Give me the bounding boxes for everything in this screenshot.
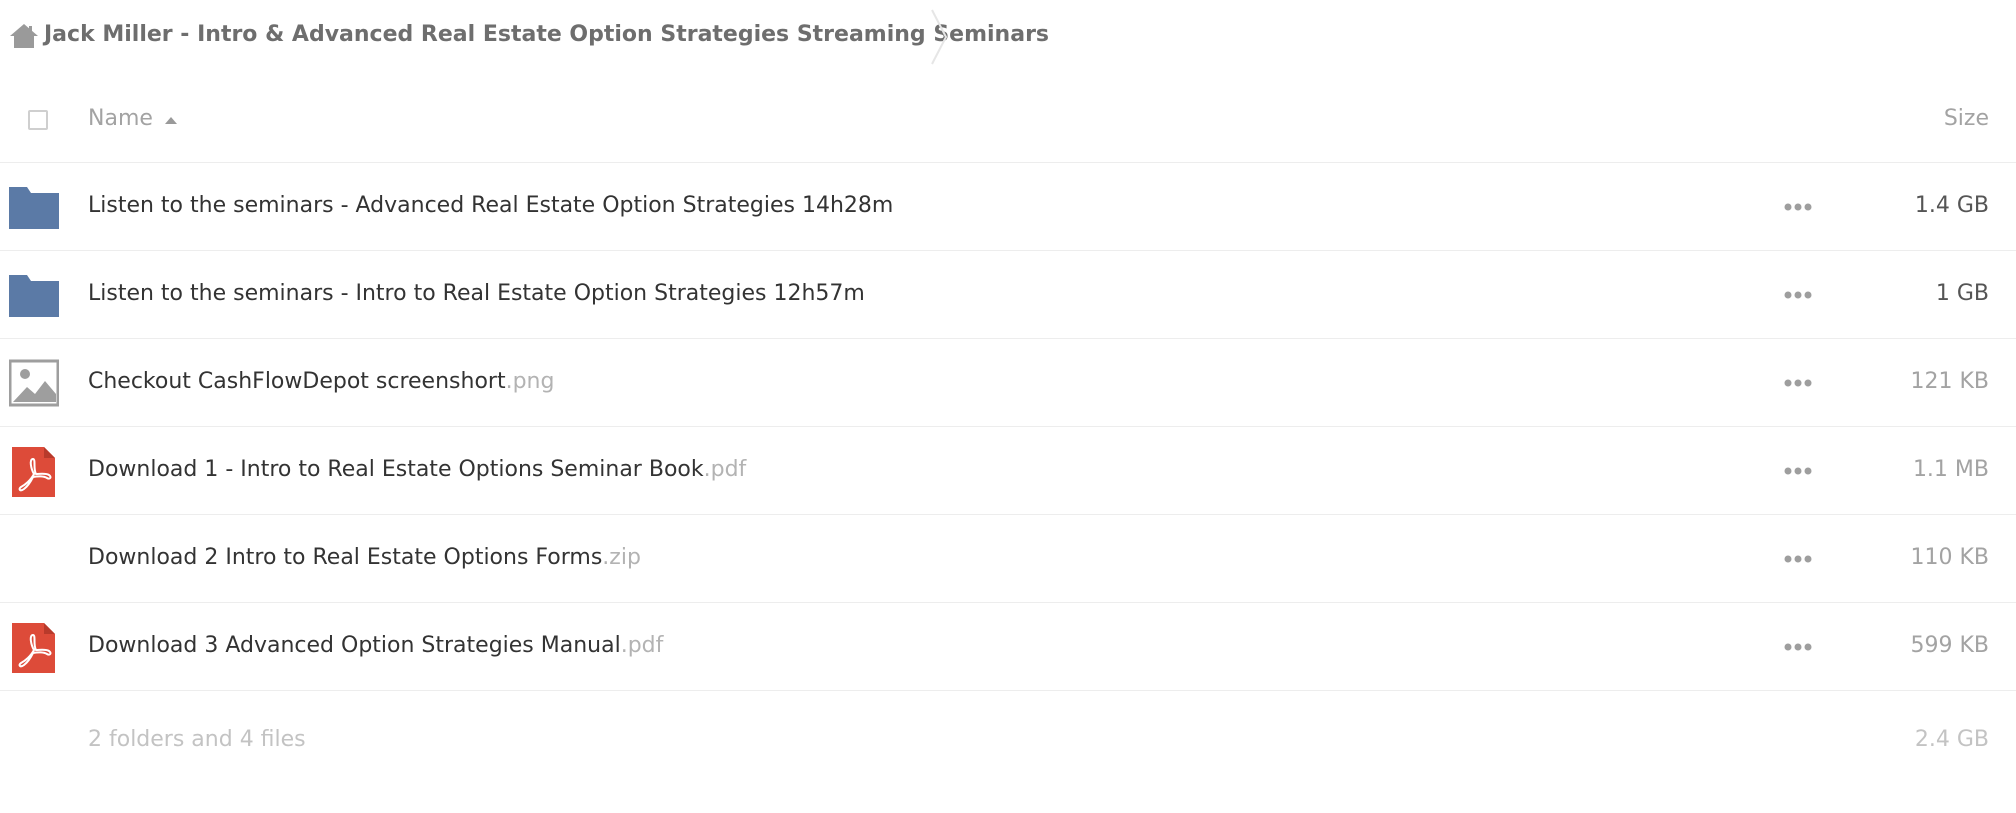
- file-name[interactable]: Download 1 - Intro to Real Estate Option…: [88, 457, 746, 482]
- more-options-icon[interactable]: [1783, 637, 1813, 657]
- folder-icon: [9, 187, 59, 229]
- breadcrumb-current-folder[interactable]: Jack Miller - Intro & Advanced Real Esta…: [44, 22, 1049, 47]
- file-row[interactable]: Download 1 - Intro to Real Estate Option…: [0, 427, 2016, 515]
- file-size: 1 GB: [1935, 281, 1989, 306]
- file-list-summary: 2 folders and 4 files 2.4 GB: [0, 727, 2016, 777]
- select-all-checkbox[interactable]: [28, 110, 48, 130]
- file-size: 1.1 MB: [1912, 457, 1989, 482]
- more-options-icon[interactable]: [1783, 461, 1813, 481]
- file-row[interactable]: Listen to the seminars - Intro to Real E…: [0, 251, 2016, 339]
- file-list: Listen to the seminars - Advanced Real E…: [0, 163, 2016, 691]
- name-column-header[interactable]: Name: [88, 106, 153, 131]
- file-name[interactable]: Download 2 Intro to Real Estate Options …: [88, 545, 641, 570]
- folder-icon: [9, 275, 59, 317]
- breadcrumb: Jack Miller - Intro & Advanced Real Esta…: [0, 0, 2016, 74]
- file-row[interactable]: Download 2 Intro to Real Estate Options …: [0, 515, 2016, 603]
- file-name[interactable]: Checkout CashFlowDepot screenshort.png: [88, 369, 554, 394]
- breadcrumb-separator-icon: [931, 9, 948, 65]
- pdf-file-icon: [12, 447, 55, 497]
- file-name[interactable]: Download 3 Advanced Option Strategies Ma…: [88, 633, 663, 658]
- more-options-icon[interactable]: [1783, 549, 1813, 569]
- file-row[interactable]: Download 3 Advanced Option Strategies Ma…: [0, 603, 2016, 691]
- summary-total-size: 2.4 GB: [1914, 727, 1989, 752]
- file-list-header: Name Size: [0, 84, 2016, 163]
- file-size: 599 KB: [1910, 633, 1989, 658]
- more-options-icon[interactable]: [1783, 197, 1813, 217]
- file-size: 121 KB: [1910, 369, 1989, 394]
- more-options-icon[interactable]: [1783, 373, 1813, 393]
- file-row[interactable]: Checkout CashFlowDepot screenshort.png 1…: [0, 339, 2016, 427]
- file-size: 1.4 GB: [1914, 193, 1989, 218]
- pdf-file-icon: [12, 623, 55, 673]
- image-file-icon: [9, 359, 59, 407]
- sort-ascending-icon[interactable]: [164, 116, 178, 125]
- file-name[interactable]: Listen to the seminars - Advanced Real E…: [88, 193, 893, 218]
- file-row[interactable]: Listen to the seminars - Advanced Real E…: [0, 163, 2016, 251]
- summary-count: 2 folders and 4 files: [88, 727, 306, 752]
- more-options-icon[interactable]: [1783, 285, 1813, 305]
- home-icon[interactable]: [9, 23, 39, 49]
- file-size: 110 KB: [1910, 545, 1989, 570]
- file-name[interactable]: Listen to the seminars - Intro to Real E…: [88, 281, 865, 306]
- size-column-header[interactable]: Size: [1944, 106, 1989, 131]
